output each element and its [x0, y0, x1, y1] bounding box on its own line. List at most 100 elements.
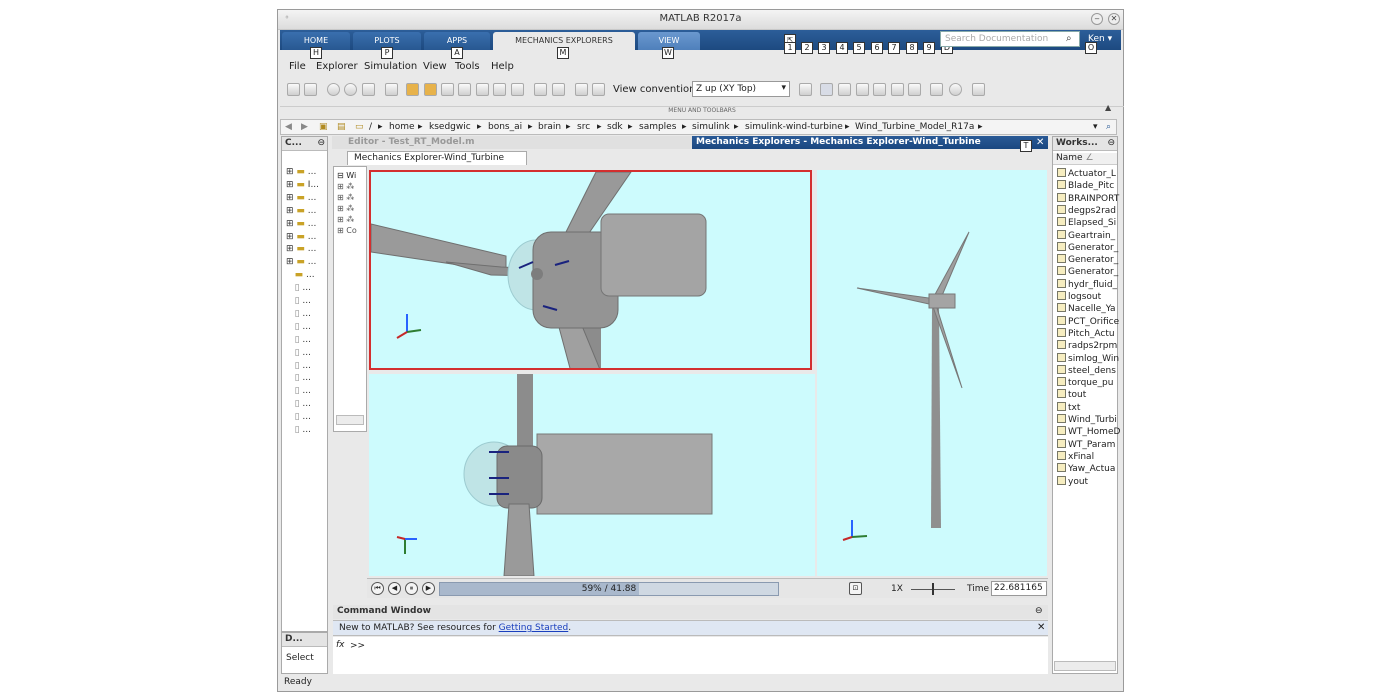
open-model-icon[interactable] — [287, 83, 300, 96]
workspace-scrollbar[interactable] — [1054, 661, 1116, 671]
close-banner-icon[interactable]: ✕ — [1037, 622, 1045, 633]
workspace-variable[interactable]: xFinal — [1057, 450, 1094, 462]
file-row[interactable]: ▬ ... — [286, 270, 315, 280]
step-icon[interactable] — [362, 83, 375, 96]
address-bar[interactable]: ◀ ▶ ▣ ▤ ▭ / ▸ home ▸ ksedgwic ▸ bons_ai … — [280, 119, 1117, 135]
workspace-variable[interactable]: txt — [1057, 401, 1080, 413]
command-window-actions-icon[interactable]: ⊖ — [1035, 606, 1043, 616]
menu-view[interactable]: View — [423, 61, 447, 72]
pause-playback-icon[interactable]: ⏸ — [405, 582, 418, 595]
getting-started-link[interactable]: Getting Started — [499, 623, 569, 633]
workspace-variable[interactable]: radps2rpm — [1057, 340, 1117, 351]
settings-icon[interactable] — [972, 83, 985, 96]
play-icon[interactable]: ▶ — [422, 582, 435, 595]
roll-icon[interactable] — [856, 83, 869, 96]
view-iso-icon[interactable] — [511, 83, 524, 96]
file-row[interactable]: ▯ ... — [286, 361, 311, 371]
workspace-variable[interactable]: degps2rad — [1057, 204, 1116, 216]
window-menu-icon[interactable]: ◦ — [281, 13, 293, 25]
browse-folder-icon[interactable]: ▤ — [337, 122, 346, 132]
tree-node[interactable]: ⊞ ⁂ — [337, 193, 354, 202]
menu-tools[interactable]: Tools — [455, 61, 480, 72]
minimize-icon[interactable]: ‒ — [1091, 13, 1103, 25]
file-row[interactable]: ▯ ... — [286, 386, 311, 396]
tree-node[interactable]: ⊞ Co — [337, 226, 357, 235]
menu-simulation[interactable]: Simulation — [364, 61, 417, 72]
workspace-variable[interactable]: Elapsed_Si — [1057, 217, 1116, 228]
tree-node[interactable]: ⊞ ⁂ — [337, 215, 354, 224]
workspace-actions-icon[interactable]: ⊖ — [1107, 138, 1115, 148]
tree-node[interactable]: ⊞ ⁂ — [337, 182, 354, 191]
file-row[interactable]: ▯ ... — [286, 373, 311, 383]
playback-progress[interactable]: 59% / 41.88 — [439, 582, 779, 596]
folder-row[interactable]: ⊞ ▬ ... — [286, 232, 316, 242]
up-folder-icon[interactable]: ▣ — [319, 122, 328, 132]
tree-scrollbar[interactable] — [336, 415, 364, 425]
path-segment[interactable]: sdk — [607, 122, 623, 132]
workspace-variable[interactable]: Pitch_Actu — [1057, 327, 1115, 339]
center-of-mass-icon[interactable] — [949, 83, 962, 96]
split-view-icon[interactable] — [534, 83, 547, 96]
workspace-variable[interactable]: logsout — [1057, 291, 1101, 302]
workspace-variable[interactable]: hydr_fluid_ — [1057, 278, 1117, 290]
zoom-icon[interactable] — [891, 83, 904, 96]
path-segment[interactable]: simulink — [692, 122, 730, 132]
view-top-icon[interactable] — [476, 83, 489, 96]
step-back-icon[interactable]: ◀ — [388, 582, 401, 595]
search-icon[interactable]: ⌕ — [1066, 33, 1072, 44]
workspace-variable[interactable]: Geartrain_ — [1057, 229, 1115, 241]
view-back-icon[interactable] — [424, 83, 437, 96]
path-segment[interactable]: home — [389, 122, 415, 132]
fx-icon[interactable]: fx — [336, 640, 345, 650]
loop-icon[interactable]: ⊡ — [849, 582, 862, 595]
folder-row[interactable]: ⊞ ▬ I... — [286, 180, 319, 190]
file-row[interactable]: ▯ ... — [286, 335, 311, 345]
tree-node[interactable]: ⊞ ⁂ — [337, 204, 354, 213]
export-icon[interactable] — [592, 83, 605, 96]
workspace-variable[interactable]: PCT_Orifice — [1057, 315, 1119, 327]
file-row[interactable]: ▯ ... — [286, 296, 311, 306]
folder-row[interactable]: ⊞ ▬ ... — [286, 206, 316, 216]
menu-explorer[interactable]: Explorer — [316, 61, 358, 72]
workspace-column-name[interactable]: Name ∠ — [1053, 153, 1117, 165]
speed-slider-thumb[interactable] — [932, 583, 934, 595]
folder-row[interactable]: ⊞ ▬ ... — [286, 219, 316, 229]
folder-row[interactable]: ⊞ ▬ ... — [286, 193, 316, 203]
workspace-variable[interactable]: Actuator_L — [1057, 168, 1116, 179]
workspace-variable[interactable]: torque_pu — [1057, 377, 1113, 388]
refresh-icon[interactable] — [304, 83, 317, 96]
file-row[interactable]: ▯ ... — [286, 283, 311, 293]
skip-to-start-icon[interactable]: ⏮ — [371, 582, 384, 595]
view-bottom-icon[interactable] — [493, 83, 506, 96]
menu-file[interactable]: File — [289, 61, 306, 72]
close-mechanics-icon[interactable]: ✕ — [1036, 137, 1044, 148]
path-segment[interactable]: brain — [538, 122, 561, 132]
folder-row[interactable]: ⊞ ▬ ... — [286, 167, 316, 177]
collapse-toolstrip-icon[interactable]: ▲ — [1105, 103, 1111, 112]
file-row[interactable]: ▯ ... — [286, 412, 311, 422]
path-segment[interactable]: Wind_Turbine_Model_R17a — [855, 122, 974, 132]
view-front-icon[interactable] — [406, 83, 419, 96]
workspace-variable[interactable]: simlog_Win — [1057, 352, 1119, 364]
file-row[interactable]: ▯ ... — [286, 309, 311, 319]
workspace-variable[interactable]: Blade_Pitc — [1057, 180, 1114, 191]
rotate-model-icon[interactable] — [799, 83, 812, 96]
path-segment[interactable]: src — [577, 122, 590, 132]
back-icon[interactable]: ◀ — [285, 122, 292, 132]
import-icon[interactable] — [575, 83, 588, 96]
close-window-icon[interactable]: ✕ — [1108, 13, 1120, 25]
single-view-icon[interactable] — [552, 83, 565, 96]
menu-help[interactable]: Help — [491, 61, 514, 72]
workspace-variable[interactable]: BRAINPORT — [1057, 192, 1119, 204]
select-pointer-icon[interactable] — [820, 83, 833, 96]
viewport-front[interactable] — [369, 170, 812, 377]
path-segment[interactable]: ksedgwic — [429, 122, 471, 132]
workspace-variable[interactable]: steel_dens — [1057, 364, 1116, 376]
zoom-fit-icon[interactable] — [385, 83, 398, 96]
workspace-variable[interactable]: Generator_ — [1057, 266, 1118, 277]
frames-icon[interactable] — [930, 83, 943, 96]
view-left-icon[interactable] — [441, 83, 454, 96]
panel-actions-icon[interactable]: ⊖ — [317, 138, 325, 148]
search-documentation-input[interactable]: Search Documentation — [940, 31, 1080, 47]
command-input[interactable]: fx >> — [333, 637, 1048, 674]
